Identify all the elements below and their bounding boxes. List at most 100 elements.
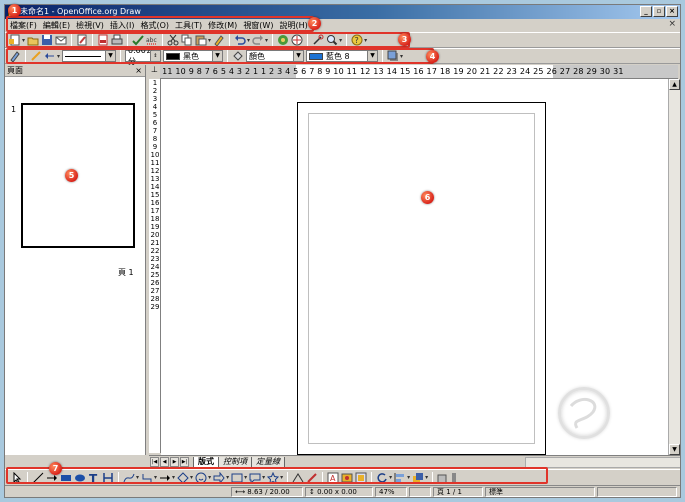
gallery-tool-icon[interactable] [355,472,367,484]
chevron-down-icon[interactable]: ▾ [364,37,367,44]
area-style-select[interactable]: 顏色 ▼ [246,50,305,62]
draw-functions-icon[interactable] [312,34,324,46]
text-tool-icon[interactable]: T [88,472,100,486]
area-fill-icon[interactable] [232,50,244,62]
new-document-icon[interactable] [9,34,21,46]
page-thumbnail[interactable] [21,103,135,248]
toolbar-overflow-icon[interactable] [451,472,463,484]
edit-file-icon[interactable] [76,34,88,46]
undo-icon[interactable] [234,34,246,46]
next-tab-icon[interactable]: ▶ [170,457,179,467]
status-zoom[interactable]: 47% [375,487,407,497]
gallery-icon[interactable] [277,34,289,46]
stars-icon[interactable] [267,471,280,484]
block-arrows-icon[interactable] [213,471,225,484]
prev-tab-icon[interactable]: ◀ [160,457,169,467]
chevron-down-icon[interactable]: ▼ [212,51,223,61]
cut-icon[interactable] [167,34,179,46]
tab-controls[interactable]: 控制項 [218,456,252,468]
print-icon[interactable] [111,34,123,46]
rotate-icon[interactable] [376,472,388,484]
arrow-style-icon[interactable] [44,50,56,62]
chevron-down-icon[interactable]: ▾ [208,474,211,481]
symbol-shapes-icon[interactable] [195,472,207,484]
chevron-down-icon[interactable]: ▾ [262,474,265,481]
horizontal-ruler[interactable]: 1 2 11 10 9 8 7 6 5 4 3 2 1 1 2 3 4 5 6 … [160,65,678,79]
spin-icon[interactable]: ⇕ [150,51,161,61]
chevron-down-icon[interactable]: ▾ [57,53,60,60]
chevron-down-icon[interactable]: ▾ [265,37,268,44]
ellipse-icon[interactable] [74,472,86,484]
callouts-icon[interactable] [249,472,261,484]
export-pdf-icon[interactable] [97,34,109,46]
chevron-down-icon[interactable]: ▾ [425,474,428,481]
menu-file[interactable]: 檔案(F) [7,20,40,31]
close-panel-icon[interactable]: × [135,65,142,77]
first-tab-icon[interactable]: |◀ [150,457,159,467]
chevron-down-icon[interactable]: ▾ [172,474,175,481]
from-file-icon[interactable] [341,472,353,484]
rectangle-icon[interactable] [60,472,72,484]
line-width-input[interactable]: 0.00公分 ⇕ [125,46,162,66]
chevron-down-icon[interactable]: ▾ [389,474,392,481]
drawing-page[interactable] [297,102,546,455]
scroll-up-icon[interactable]: ▲ [669,79,680,90]
line-icon[interactable] [30,50,42,62]
alignment-icon[interactable] [394,472,406,484]
save-icon[interactable] [41,34,53,46]
menu-view[interactable]: 檢視(V) [73,20,107,31]
line-style-select[interactable]: ▼ [62,50,117,62]
chevron-down-icon[interactable]: ▾ [280,474,283,481]
line-tool-icon[interactable] [32,472,44,484]
chevron-down-icon[interactable]: ▾ [244,474,247,481]
shadow-icon[interactable] [387,50,399,62]
line-color-select[interactable]: 黑色 ▼ [163,50,224,62]
chevron-down-icon[interactable]: ▼ [367,51,378,61]
vertical-ruler[interactable]: 1 2 3 4 5 6 7 8 9 10 11 12 13 14 15 16 1… [149,79,161,453]
chevron-down-icon[interactable]: ▾ [339,37,342,44]
document-close-icon[interactable]: × [668,19,676,29]
chevron-down-icon[interactable]: ▾ [154,474,157,481]
connector-icon[interactable] [141,472,153,484]
chevron-down-icon[interactable]: ▾ [190,474,193,481]
chevron-down-icon[interactable]: ▾ [136,474,139,481]
chevron-down-icon[interactable]: ▾ [407,474,410,481]
clone-formatting-icon[interactable] [213,34,225,47]
chevron-down-icon[interactable]: ▼ [293,51,304,61]
open-folder-icon[interactable] [27,34,39,46]
select-arrow-icon[interactable] [11,471,23,484]
curve-icon[interactable] [123,472,135,484]
menu-modify[interactable]: 修改(M) [205,20,240,31]
menu-window[interactable]: 視窗(W) [240,20,276,31]
email-icon[interactable] [55,34,67,46]
menu-insert[interactable]: 插入(I) [107,20,138,31]
redo-icon[interactable] [252,34,264,46]
arrange-icon[interactable] [412,472,424,484]
fontwork-icon[interactable]: A [327,472,339,484]
chevron-down-icon[interactable]: ▼ [105,51,116,61]
menu-edit[interactable]: 編輯(E) [40,20,73,31]
last-tab-icon[interactable]: ▶| [180,457,189,467]
zoom-icon[interactable] [326,34,338,46]
chevron-down-icon[interactable]: ▾ [208,37,211,44]
styles-icon[interactable] [9,50,21,63]
horizontal-scrollbar[interactable] [525,457,680,468]
menu-tools[interactable]: 工具(T) [172,20,205,31]
flowchart-icon[interactable] [231,472,243,484]
glue-points-icon[interactable] [306,472,318,484]
vertical-scrollbar[interactable]: ▲ ▼ [668,79,680,455]
menu-help[interactable]: 說明(H) [276,20,310,31]
area-fill-select[interactable]: 藍色 8 ▼ [306,50,379,62]
chevron-down-icon[interactable]: ▾ [226,474,229,481]
tab-dimension-lines[interactable]: 定量線 [251,456,285,468]
basic-shapes-icon[interactable] [177,471,189,484]
close-button[interactable]: × [666,6,678,17]
copy-icon[interactable] [181,34,193,46]
points-icon[interactable] [292,472,304,484]
chevron-down-icon[interactable]: ▾ [247,37,250,44]
help-icon[interactable]: ? [351,34,363,46]
fit-text-icon[interactable] [102,472,114,484]
chevron-down-icon[interactable]: ▾ [22,37,25,44]
maximize-button[interactable]: ▫ [653,6,665,17]
paste-icon[interactable] [195,34,207,46]
